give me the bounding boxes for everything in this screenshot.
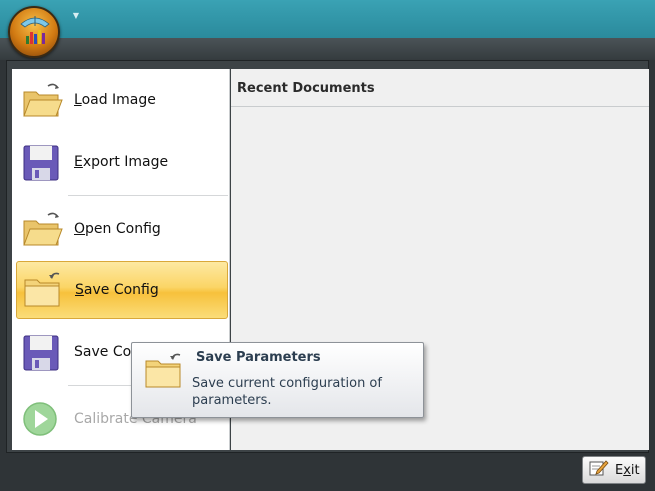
save-config-label: Save Config <box>75 282 159 298</box>
exit-pencil-icon <box>589 459 609 481</box>
export-image-item[interactable]: Export Image <box>16 133 228 191</box>
tooltip-title: Save Parameters <box>196 350 321 365</box>
folder-open-icon <box>20 207 64 251</box>
load-image-label: Load Image <box>74 92 156 108</box>
save-config-item[interactable]: Save Config <box>16 261 228 319</box>
open-config-item[interactable]: Open Config <box>16 200 228 258</box>
load-image-item[interactable]: Load Image <box>16 71 228 129</box>
save-parameters-tooltip: Save Parameters Save current configurati… <box>131 342 424 418</box>
floppy-disk-icon <box>20 330 64 374</box>
exit-label: Exit <box>615 462 640 478</box>
ribbon-strip <box>0 38 655 60</box>
menu-separator <box>68 195 228 196</box>
open-config-label: Open Config <box>74 221 161 237</box>
app-orb-button[interactable] <box>8 6 60 58</box>
recent-documents-title: Recent Documents <box>231 69 649 107</box>
play-circle-icon <box>20 397 64 441</box>
exit-button[interactable]: Exit <box>582 456 646 484</box>
title-bar: ▼ <box>0 0 655 38</box>
folder-open-icon <box>20 78 64 122</box>
tooltip-description: Save current configuration of parameters… <box>192 376 382 408</box>
floppy-disk-icon <box>20 140 64 184</box>
save-config-as-label: Save Co <box>74 344 132 360</box>
quick-access-dropdown-icon[interactable]: ▼ <box>70 11 82 21</box>
bar-chart-orb-icon <box>20 16 50 44</box>
folder-save-icon <box>142 349 186 397</box>
folder-save-icon <box>21 268 65 312</box>
export-image-label: Export Image <box>74 154 169 170</box>
